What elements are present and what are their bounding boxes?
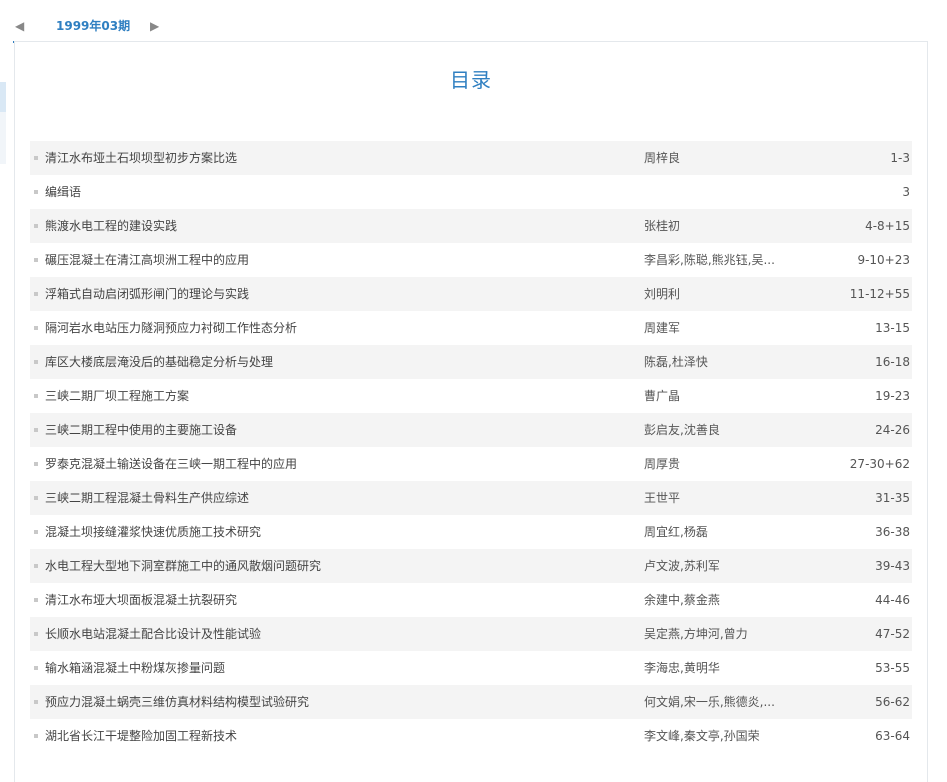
toc-row[interactable]: 库区大楼底层淹没后的基础稳定分析与处理 陈磊,杜泽快 16-18: [30, 345, 912, 379]
article-pages: 63-64: [875, 729, 910, 743]
toc-row[interactable]: 碾压混凝土在清江高坝洲工程中的应用 李昌彩,陈聪,熊兆钰,吴... 9-10+23: [30, 243, 912, 277]
bullet-icon: [34, 462, 38, 466]
side-panel-active-segment: [0, 82, 6, 112]
article-authors: 周建军: [644, 321, 681, 335]
article-pages: 11-12+55: [849, 287, 910, 301]
article-pages: 9-10+23: [857, 253, 910, 267]
article-pages: 56-62: [875, 695, 910, 709]
article-authors: 李昌彩,陈聪,熊兆钰,吴...: [644, 253, 775, 267]
side-panel-stub: [0, 82, 6, 164]
article-pages: 19-23: [875, 389, 910, 403]
toc-row[interactable]: 熊渡水电工程的建设实践 张桂初 4-8+15: [30, 209, 912, 243]
article-title-link[interactable]: 清江水布垭大坝面板混凝土抗裂研究: [45, 583, 625, 617]
toc-row[interactable]: 湖北省长江干堤整险加固工程新技术 李文峰,秦文亭,孙国荣 63-64: [30, 719, 912, 753]
article-title-link[interactable]: 三峡二期厂坝工程施工方案: [45, 379, 625, 413]
prev-issue-button[interactable]: ◀: [15, 18, 24, 34]
article-authors: 余建中,蔡金燕: [644, 593, 720, 607]
article-pages: 44-46: [875, 593, 910, 607]
article-title-link[interactable]: 长顺水电站混凝土配合比设计及性能试验: [45, 617, 625, 651]
bullet-icon: [34, 394, 38, 398]
toc-row[interactable]: 三峡二期工程中使用的主要施工设备 彭启友,沈善良 24-26: [30, 413, 912, 447]
bullet-icon: [34, 734, 38, 738]
article-authors: 陈磊,杜泽快: [644, 355, 708, 369]
toc-row[interactable]: 编缉语 3: [30, 175, 912, 209]
article-authors: 李文峰,秦文亭,孙国荣: [644, 729, 760, 743]
article-pages: 24-26: [875, 423, 910, 437]
article-authors: 张桂初: [644, 219, 681, 233]
article-authors: 何文娟,宋一乐,熊德炎,...: [644, 695, 775, 709]
bullet-icon: [34, 564, 38, 568]
article-title-link[interactable]: 清江水布垭土石坝坝型初步方案比选: [45, 141, 625, 175]
article-title-link[interactable]: 浮箱式自动启闭弧形闸门的理论与实践: [45, 277, 625, 311]
article-title-link[interactable]: 三峡二期工程混凝土骨料生产供应综述: [45, 481, 625, 515]
toc-row[interactable]: 清江水布垭大坝面板混凝土抗裂研究 余建中,蔡金燕 44-46: [30, 583, 912, 617]
article-authors: 周厚贵: [644, 457, 681, 471]
article-pages: 4-8+15: [865, 219, 910, 233]
article-authors: 周宜红,杨磊: [644, 525, 708, 539]
article-pages: 3: [902, 185, 910, 199]
bullet-icon: [34, 360, 38, 364]
bullet-icon: [34, 666, 38, 670]
article-title-link[interactable]: 隔河岩水电站压力隧洞预应力衬砌工作性态分析: [45, 311, 625, 345]
toc-list: 清江水布垭土石坝坝型初步方案比选 周梓良 1-3 编缉语 3 熊渡水电工程的建设实践 张桂初…: [30, 141, 912, 753]
bullet-icon: [34, 428, 38, 432]
toc-row[interactable]: 输水箱涵混凝土中粉煤灰掺量问题 李海忠,黄明华 53-55: [30, 651, 912, 685]
article-authors: 李海忠,黄明华: [644, 661, 720, 675]
bullet-icon: [34, 496, 38, 500]
toc-row[interactable]: 罗泰克混凝土输送设备在三峡一期工程中的应用 周厚贵 27-30+62: [30, 447, 912, 481]
article-pages: 1-3: [890, 151, 910, 165]
article-title-link[interactable]: 碾压混凝土在清江高坝洲工程中的应用: [45, 243, 625, 277]
article-pages: 31-35: [875, 491, 910, 505]
article-authors: 彭启友,沈善良: [644, 423, 720, 437]
toc-row[interactable]: 浮箱式自动启闭弧形闸门的理论与实践 刘明利 11-12+55: [30, 277, 912, 311]
toc-row[interactable]: 三峡二期工程混凝土骨料生产供应综述 王世平 31-35: [30, 481, 912, 515]
bullet-icon: [34, 530, 38, 534]
bullet-icon: [34, 224, 38, 228]
issue-navigator: ◀ 1999年03期 ▶: [13, 11, 168, 43]
bullet-icon: [34, 190, 38, 194]
toc-row[interactable]: 混凝土坝接缝灌浆快速优质施工技术研究 周宜红,杨磊 36-38: [30, 515, 912, 549]
article-title-link[interactable]: 水电工程大型地下洞室群施工中的通风散烟问题研究: [45, 549, 625, 583]
toc-title: 目录: [450, 68, 492, 92]
toc-row[interactable]: 长顺水电站混凝土配合比设计及性能试验 吴定燕,方坤河,曾力 47-52: [30, 617, 912, 651]
article-title-link[interactable]: 熊渡水电工程的建设实践: [45, 209, 625, 243]
toc-row[interactable]: 清江水布垭土石坝坝型初步方案比选 周梓良 1-3: [30, 141, 912, 175]
article-title-link[interactable]: 预应力混凝土蜗壳三维仿真材料结构模型试验研究: [45, 685, 625, 719]
bullet-icon: [34, 326, 38, 330]
article-pages: 47-52: [875, 627, 910, 641]
article-title-link[interactable]: 库区大楼底层淹没后的基础稳定分析与处理: [45, 345, 625, 379]
next-issue-button[interactable]: ▶: [150, 18, 159, 34]
article-title-link[interactable]: 输水箱涵混凝土中粉煤灰掺量问题: [45, 651, 625, 685]
bullet-icon: [34, 156, 38, 160]
bullet-icon: [34, 598, 38, 602]
bullet-icon: [34, 700, 38, 704]
article-pages: 39-43: [875, 559, 910, 573]
article-title-link[interactable]: 混凝土坝接缝灌浆快速优质施工技术研究: [45, 515, 625, 549]
toc-row[interactable]: 隔河岩水电站压力隧洞预应力衬砌工作性态分析 周建军 13-15: [30, 311, 912, 345]
article-pages: 13-15: [875, 321, 910, 335]
article-pages: 53-55: [875, 661, 910, 675]
toc-panel: 目录 清江水布垭土石坝坝型初步方案比选 周梓良 1-3 编缉语 3 熊渡水电工程的建设实践…: [14, 41, 928, 782]
article-authors: 王世平: [644, 491, 681, 505]
article-title-link[interactable]: 三峡二期工程中使用的主要施工设备: [45, 413, 625, 447]
side-panel-segment: [0, 112, 6, 164]
issue-label[interactable]: 1999年03期: [56, 18, 130, 34]
bullet-icon: [34, 632, 38, 636]
article-authors: 刘明利: [644, 287, 681, 301]
toc-row[interactable]: 水电工程大型地下洞室群施工中的通风散烟问题研究 卢文波,苏利军 39-43: [30, 549, 912, 583]
article-pages: 36-38: [875, 525, 910, 539]
toc-row[interactable]: 三峡二期厂坝工程施工方案 曹广晶 19-23: [30, 379, 912, 413]
article-authors: 卢文波,苏利军: [644, 559, 720, 573]
article-title-link[interactable]: 编缉语: [45, 175, 625, 209]
article-pages: 16-18: [875, 355, 910, 369]
toc-row[interactable]: 预应力混凝土蜗壳三维仿真材料结构模型试验研究 何文娟,宋一乐,熊德炎,... 56-…: [30, 685, 912, 719]
article-title-link[interactable]: 罗泰克混凝土输送设备在三峡一期工程中的应用: [45, 447, 625, 481]
article-authors: 曹广晶: [644, 389, 681, 403]
article-authors: 周梓良: [644, 151, 681, 165]
article-title-link[interactable]: 湖北省长江干堤整险加固工程新技术: [45, 719, 625, 753]
bullet-icon: [34, 292, 38, 296]
bullet-icon: [34, 258, 38, 262]
article-authors: 吴定燕,方坤河,曾力: [644, 627, 748, 641]
article-pages: 27-30+62: [849, 457, 910, 471]
